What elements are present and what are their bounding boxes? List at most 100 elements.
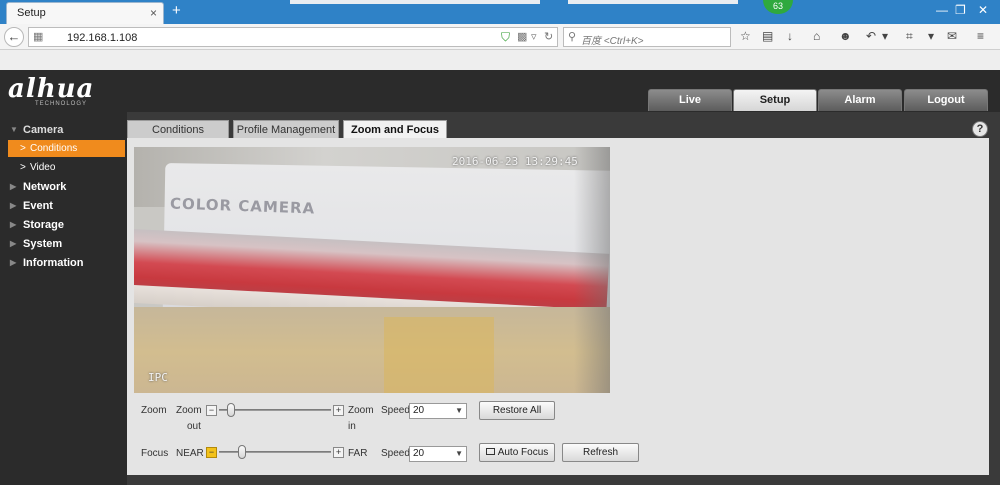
sidebar-item-label: Event xyxy=(23,200,53,212)
reading-list-icon[interactable]: ▤ xyxy=(762,29,773,43)
close-icon[interactable]: × xyxy=(150,6,157,20)
focus-slider[interactable] xyxy=(219,451,331,453)
browser-navbar: ← ▦ 192.168.1.108 ⛉ ▩ ▿ ↻ ⚲ 百度 <Ctrl+K> … xyxy=(0,24,1000,50)
focus-near-button[interactable]: − xyxy=(206,447,217,458)
tab-setup[interactable]: Setup xyxy=(733,89,817,111)
sidebar-item-label: Storage xyxy=(23,219,64,231)
caret-right-icon: ▶ xyxy=(10,258,17,267)
minimize-icon[interactable]: — xyxy=(936,3,948,17)
search-input[interactable]: 百度 <Ctrl+K> xyxy=(581,32,644,47)
sidebar-item-system[interactable]: ▶ System xyxy=(0,235,127,253)
tab-profile-management[interactable]: Profile Management xyxy=(233,120,339,138)
auto-focus-label: Auto Focus xyxy=(497,447,549,458)
focus-far-label: FAR xyxy=(348,448,368,459)
chevron-right-icon: > xyxy=(20,143,26,154)
qr-icon[interactable]: ▩ xyxy=(517,30,527,43)
focus-far-button[interactable]: + xyxy=(333,447,344,458)
zoom-speed-value: 20 xyxy=(413,405,425,416)
bookmark-star-icon[interactable]: ☆ xyxy=(740,29,751,43)
sidebar-item-label: Conditions xyxy=(30,143,78,154)
zoom-in-label: in xyxy=(348,421,356,432)
auto-focus-icon xyxy=(485,447,495,455)
auto-focus-button[interactable]: Auto Focus xyxy=(479,443,555,462)
menu-icon[interactable]: ≡ xyxy=(977,29,984,43)
focus-speed-value: 20 xyxy=(413,448,425,459)
sidebar-item-conditions[interactable]: > Conditions xyxy=(8,140,125,157)
crop-icon[interactable]: ⌗ xyxy=(906,29,913,44)
zoom-out-label: Zoom xyxy=(176,405,202,416)
video-timestamp: 2016-06-23 13:29:45 xyxy=(452,155,578,168)
sidebar-item-information[interactable]: ▶ Information xyxy=(0,254,127,272)
sidebar-item-video[interactable]: > Video xyxy=(8,159,125,176)
sidebar-item-label: System xyxy=(23,238,63,250)
page-icon: ▦ xyxy=(33,31,44,43)
caret-down-icon: ▼ xyxy=(10,125,18,134)
video-table xyxy=(134,307,610,393)
video-shadow xyxy=(574,147,610,393)
sidebar-item-network[interactable]: ▶ Network xyxy=(0,178,127,196)
tab-logout[interactable]: Logout xyxy=(904,89,988,111)
chevron-down-icon[interactable]: ▾ xyxy=(882,29,888,43)
download-icon[interactable]: ↓ xyxy=(787,29,793,43)
browser-spacer xyxy=(0,50,1000,70)
tab-conditions[interactable]: Conditions xyxy=(127,120,229,138)
caret-right-icon: ▶ xyxy=(10,239,17,248)
zoom-out-label: out xyxy=(187,421,201,432)
tab-zoom-and-focus[interactable]: Zoom and Focus xyxy=(343,120,447,138)
caret-right-icon: ▶ xyxy=(10,182,17,191)
tab-live[interactable]: Live xyxy=(648,89,732,111)
zoom-in-label: Zoom xyxy=(348,405,374,416)
chevron-down-icon[interactable]: ▾ xyxy=(928,29,934,43)
toolbar-placeholder xyxy=(568,0,738,4)
focus-speed-select[interactable]: 20 ▼ xyxy=(409,446,467,462)
sidebar-item-storage[interactable]: ▶ Storage xyxy=(0,216,127,234)
shield-icon[interactable]: ⛉ xyxy=(501,30,510,45)
focus-label: Focus xyxy=(141,448,169,459)
browser-tabstrip: Setup × + 63 — ❐ ✕ xyxy=(0,0,1000,24)
sidebar-item-label: Video xyxy=(30,162,56,173)
zoom-slider-handle[interactable] xyxy=(227,403,236,417)
message-icon[interactable]: ✉ xyxy=(947,29,957,43)
sidebar-item-event[interactable]: ▶ Event xyxy=(0,197,127,215)
chevron-down-icon: ▼ xyxy=(455,406,463,415)
logo-subtitle: TECHNOLOGY xyxy=(35,101,88,107)
window-close-icon[interactable]: ✕ xyxy=(978,3,988,17)
chevron-down-icon: ▼ xyxy=(455,449,463,458)
zoom-in-button[interactable]: + xyxy=(333,405,344,416)
refresh-button[interactable]: Refresh xyxy=(562,443,639,462)
video-light-patch xyxy=(384,317,494,393)
zoom-speed-label: Speed xyxy=(381,405,410,416)
help-icon[interactable]: ? xyxy=(972,121,988,137)
zoom-slider[interactable] xyxy=(219,409,331,411)
video-channel-label: IPC xyxy=(148,371,168,384)
toolbar-placeholder xyxy=(290,0,540,4)
address-bar[interactable]: ▦ 192.168.1.108 ⛉ ▩ ▿ ↻ xyxy=(28,27,558,47)
browser-tab[interactable]: Setup × xyxy=(6,2,164,24)
reload-icon[interactable]: ↻ xyxy=(544,30,553,43)
video-preview[interactable]: COLOR CAMERA 2016-06-23 13:29:45 IPC xyxy=(134,147,610,393)
zoom-out-button[interactable]: − xyxy=(206,405,217,416)
zoom-speed-select[interactable]: 20 ▼ xyxy=(409,403,467,419)
search-box[interactable]: ⚲ 百度 <Ctrl+K> xyxy=(563,27,731,47)
dropdown-icon[interactable]: ▿ xyxy=(531,30,537,43)
notification-badge[interactable]: 63 xyxy=(763,0,793,14)
focus-slider-handle[interactable] xyxy=(237,445,246,459)
new-tab-button[interactable]: + xyxy=(172,3,181,19)
dahua-logo: alhua xyxy=(8,74,95,104)
home-icon[interactable]: ⌂ xyxy=(813,29,820,43)
sidebar-item-label: Network xyxy=(23,181,67,193)
back-icon[interactable]: ← xyxy=(4,27,24,47)
caret-right-icon: ▶ xyxy=(10,220,17,229)
caret-right-icon: ▶ xyxy=(10,201,17,210)
search-icon: ⚲ xyxy=(568,31,577,43)
restore-icon[interactable]: ❐ xyxy=(955,3,966,17)
sidebar-item-label: Camera xyxy=(23,124,64,136)
focus-near-label: NEAR xyxy=(176,448,204,459)
chevron-right-icon: > xyxy=(20,162,26,173)
tab-alarm[interactable]: Alarm xyxy=(818,89,902,111)
restore-all-button[interactable]: Restore All xyxy=(479,401,555,420)
undo-icon[interactable]: ↶ xyxy=(866,29,876,43)
sidebar-item-camera[interactable]: ▼ Camera xyxy=(0,121,127,139)
chat-icon[interactable]: ☻ xyxy=(839,29,852,43)
focus-speed-label: Speed xyxy=(381,448,410,459)
